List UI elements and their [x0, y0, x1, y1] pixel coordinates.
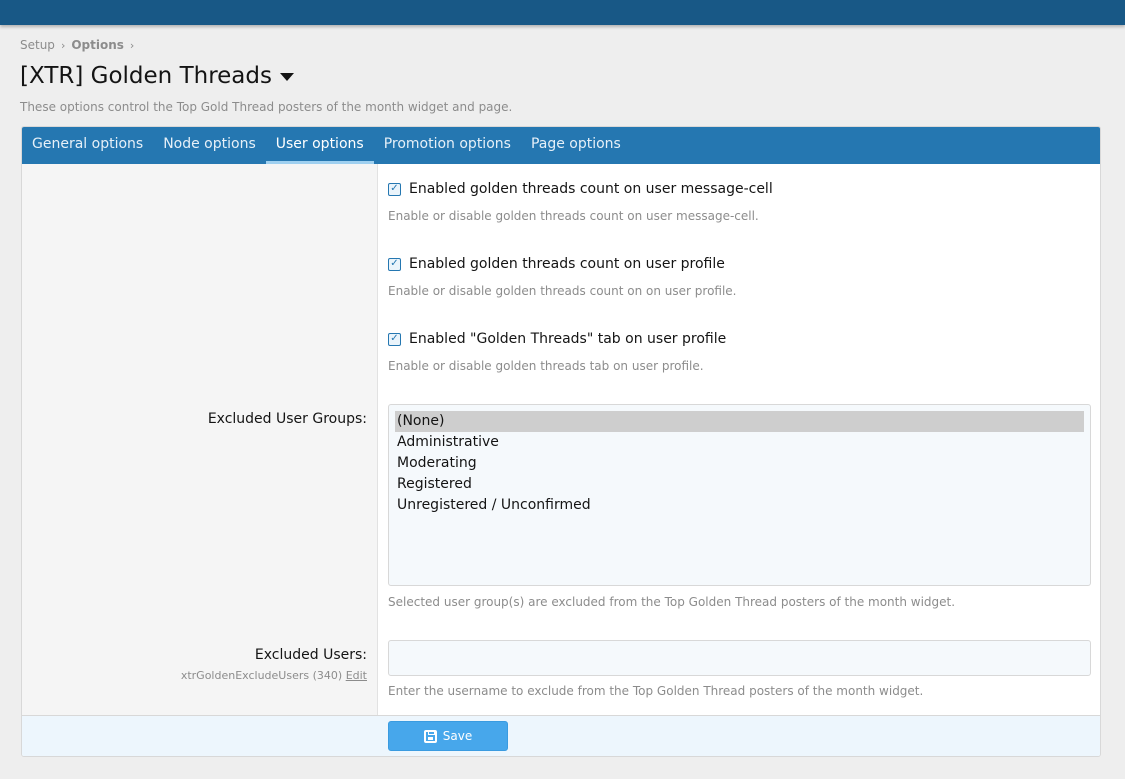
tab-user-options[interactable]: User options — [265, 127, 374, 164]
caret-down-icon[interactable] — [279, 73, 294, 81]
breadcrumb-separator-icon: › — [129, 38, 135, 52]
excluded-users-explain: Enter the username to exclude from the T… — [388, 684, 924, 698]
checkbox-checked-icon[interactable]: ✓ — [388, 332, 401, 346]
checkbox-row-golden-tab[interactable]: ✓ Enabled "Golden Threads" tab on user p… — [388, 331, 726, 347]
excluded-groups-explain: Selected user group(s) are excluded from… — [388, 595, 956, 609]
checkbox-label[interactable]: Enabled "Golden Threads" tab on user pro… — [409, 331, 726, 347]
checkbox-explain: Enable or disable golden threads count o… — [388, 284, 737, 298]
excluded-user-groups-select[interactable]: (None) Administrative Moderating Registe… — [388, 404, 1091, 586]
excluded-users-input[interactable] — [388, 640, 1091, 676]
checkbox-row-user-profile[interactable]: ✓ Enabled golden threads count on user p… — [388, 256, 725, 272]
form-submit-row: Save — [22, 715, 1100, 756]
page-description: These options control the Top Gold Threa… — [20, 100, 513, 114]
top-navigation-bar — [0, 0, 1125, 25]
excluded-users-label: Excluded Users: — [254, 647, 367, 663]
options-block: General options Node options User option… — [21, 126, 1101, 757]
checkbox-row-message-cell[interactable]: ✓ Enabled golden threads count on user m… — [388, 181, 773, 197]
breadcrumb-separator-icon: › — [60, 38, 66, 52]
tab-bar: General options Node options User option… — [22, 127, 1100, 164]
breadcrumb-item-setup[interactable]: Setup — [20, 38, 55, 52]
save-icon — [423, 729, 437, 743]
page-title: [XTR] Golden Threads — [20, 63, 294, 89]
select-option[interactable]: Registered — [395, 474, 1084, 495]
checkbox-label[interactable]: Enabled golden threads count on user pro… — [409, 256, 725, 272]
form-body: Excluded User Groups: Excluded Users: xt… — [22, 164, 1100, 715]
tab-general-options[interactable]: General options — [22, 127, 153, 164]
excluded-user-groups-label: Excluded User Groups: — [207, 411, 367, 427]
edit-option-link[interactable]: Edit — [346, 669, 367, 682]
checkbox-checked-icon[interactable]: ✓ — [388, 257, 401, 271]
breadcrumb-item-options[interactable]: Options — [71, 38, 124, 52]
label-column: Excluded User Groups: Excluded Users: xt… — [22, 164, 378, 715]
tab-node-options[interactable]: Node options — [153, 127, 266, 164]
tab-page-options[interactable]: Page options — [521, 127, 631, 164]
select-option[interactable]: Administrative — [395, 432, 1084, 453]
page-title-text: [XTR] Golden Threads — [20, 63, 272, 89]
checkbox-label[interactable]: Enabled golden threads count on user mes… — [409, 181, 773, 197]
save-button[interactable]: Save — [388, 721, 508, 751]
breadcrumb: Setup › Options › — [20, 38, 134, 52]
option-id-text: xtrGoldenExcludeUsers (340) — [180, 669, 343, 682]
save-button-label: Save — [442, 729, 473, 743]
select-option[interactable]: Moderating — [395, 453, 1084, 474]
checkbox-checked-icon[interactable]: ✓ — [388, 182, 401, 196]
checkbox-explain: Enable or disable golden threads tab on … — [388, 359, 704, 373]
tab-promotion-options[interactable]: Promotion options — [374, 127, 521, 164]
select-option[interactable]: (None) — [395, 411, 1084, 432]
select-option[interactable]: Unregistered / Unconfirmed — [395, 495, 1084, 516]
checkbox-explain: Enable or disable golden threads count o… — [388, 209, 759, 223]
excluded-users-hint: xtrGoldenExcludeUsers (340) Edit — [181, 669, 367, 682]
